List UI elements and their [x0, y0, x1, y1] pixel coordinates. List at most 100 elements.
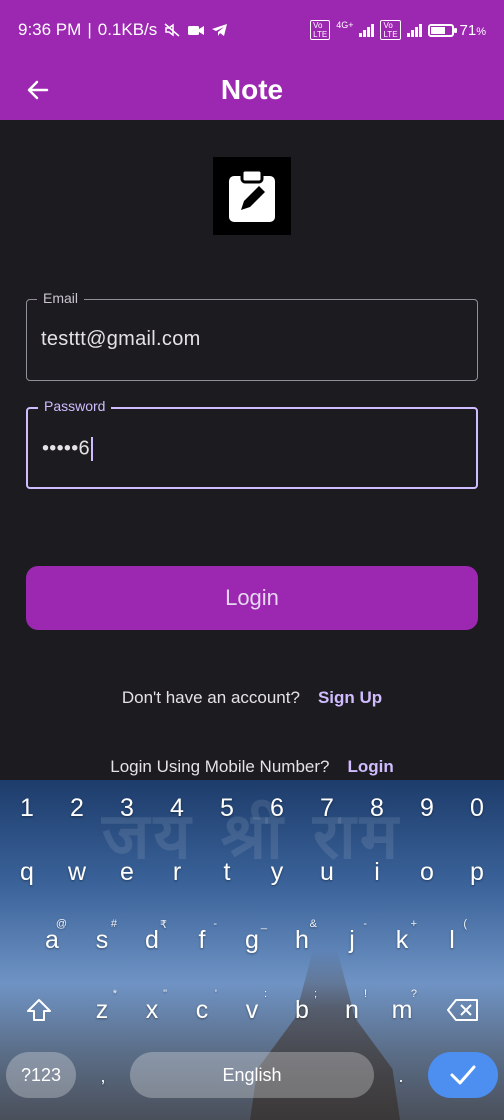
period-key[interactable]: . — [376, 1048, 426, 1104]
key-hint: ( — [463, 918, 467, 930]
done-key[interactable] — [428, 1052, 498, 1098]
key-o[interactable]: o — [402, 844, 452, 900]
key-label: f — [198, 925, 206, 954]
keyboard-number-row: 1 2 3 4 5 6 7 8 9 0 — [0, 780, 504, 836]
mobile-login-row: Login Using Mobile Number? Login — [0, 757, 504, 777]
checkmark-icon — [450, 1065, 476, 1085]
backspace-key[interactable] — [438, 982, 488, 1038]
key-y[interactable]: y — [252, 844, 302, 900]
space-key[interactable]: English — [130, 1052, 374, 1098]
key-label: 6 — [270, 793, 284, 822]
key-label: q — [20, 857, 34, 886]
telegram-icon — [212, 24, 228, 36]
arrow-back-icon — [27, 80, 49, 100]
key-hint: * — [112, 988, 117, 1000]
comma-key[interactable]: , — [78, 1048, 128, 1104]
key-x[interactable]: x " — [127, 982, 177, 1038]
key-p[interactable]: p — [452, 844, 502, 900]
video-camera-icon — [188, 26, 205, 35]
key-t[interactable]: t — [202, 844, 252, 900]
key-label: 1 — [20, 793, 34, 822]
key-label: 9 — [420, 793, 434, 822]
login-button[interactable]: Login — [26, 566, 478, 630]
symbols-key[interactable]: ?123 — [6, 1052, 76, 1098]
key-label: 7 — [320, 793, 334, 822]
shift-key[interactable] — [14, 982, 64, 1038]
key-label: 8 — [370, 793, 384, 822]
key-e[interactable]: e — [102, 844, 152, 900]
key-label: n — [345, 995, 359, 1024]
key-q[interactable]: q — [2, 844, 52, 900]
key-label: p — [470, 857, 484, 886]
key-u[interactable]: u — [302, 844, 352, 900]
key-8[interactable]: 8 — [352, 780, 402, 836]
app-logo — [213, 157, 291, 235]
clipboard-edit-icon — [229, 168, 275, 222]
key-n[interactable]: n! — [327, 982, 377, 1038]
battery-percent: 71% — [459, 21, 486, 39]
email-label: Email — [37, 290, 85, 306]
key-label: c — [195, 995, 209, 1024]
email-field[interactable]: Email testtt@gmail.com — [26, 290, 478, 381]
key-k[interactable]: k + — [377, 912, 427, 968]
key-label: 0 — [470, 793, 484, 822]
key-label: t — [223, 857, 231, 886]
keyboard-bottom-row: ?123 , English . — [0, 1052, 504, 1108]
key-v[interactable]: v: — [227, 982, 277, 1038]
key-f[interactable]: f- — [177, 912, 227, 968]
back-button[interactable] — [20, 72, 56, 108]
key-5[interactable]: 5 — [202, 780, 252, 836]
key-9[interactable]: 9 — [402, 780, 452, 836]
key-r[interactable]: r — [152, 844, 202, 900]
key-s[interactable]: s # — [77, 912, 127, 968]
password-field[interactable]: Password •••••6 — [26, 398, 478, 489]
key-hint: ' — [214, 988, 217, 1000]
key-j[interactable]: j- — [327, 912, 377, 968]
status-bar: 9:36 PM | 0.1KB/s Vo LTE 4G+ Vo LTE 71% — [0, 0, 504, 60]
key-w[interactable]: w — [52, 844, 102, 900]
key-2[interactable]: 2 — [52, 780, 102, 836]
key-a[interactable]: a @ — [27, 912, 77, 968]
key-label: v — [245, 995, 259, 1024]
key-label: 4 — [170, 793, 184, 822]
key-d[interactable]: d ₹ — [127, 912, 177, 968]
key-label: l — [449, 925, 455, 954]
key-b[interactable]: b; — [277, 982, 327, 1038]
mobile-login-link[interactable]: Login — [347, 757, 393, 777]
key-hint: - — [363, 918, 367, 930]
key-label: s — [95, 925, 109, 954]
key-4[interactable]: 4 — [152, 780, 202, 836]
key-g[interactable]: g _ — [227, 912, 277, 968]
key-1[interactable]: 1 — [2, 780, 52, 836]
key-z[interactable]: z * — [77, 982, 127, 1038]
signup-link[interactable]: Sign Up — [318, 688, 382, 708]
shift-icon — [27, 999, 51, 1021]
key-label: y — [270, 857, 284, 886]
key-label: m — [391, 995, 413, 1024]
key-label: x — [145, 995, 159, 1024]
key-label: h — [295, 925, 309, 954]
key-3[interactable]: 3 — [102, 780, 152, 836]
key-c[interactable]: c ' — [177, 982, 227, 1038]
mobile-login-prompt: Login Using Mobile Number? — [110, 757, 330, 776]
signup-row: Don't have an account? Sign Up — [0, 688, 504, 708]
key-h[interactable]: h & — [277, 912, 327, 968]
key-label: 3 — [120, 793, 134, 822]
status-time: 9:36 PM — [18, 20, 82, 39]
key-0[interactable]: 0 — [452, 780, 502, 836]
key-label: e — [120, 857, 134, 886]
key-hint: : — [263, 988, 267, 1000]
network-type: 4G+ — [336, 20, 354, 30]
key-label: g — [245, 925, 259, 954]
password-value: •••••6 — [42, 437, 90, 460]
key-label: o — [420, 857, 434, 886]
key-hint: + — [410, 918, 417, 930]
volte-badge-1: Vo LTE — [310, 20, 331, 40]
text-caret — [90, 437, 93, 461]
signal-icon-1 — [359, 23, 375, 37]
key-l[interactable]: l( — [427, 912, 477, 968]
key-6[interactable]: 6 — [252, 780, 302, 836]
key-i[interactable]: i — [352, 844, 402, 900]
key-7[interactable]: 7 — [302, 780, 352, 836]
key-m[interactable]: m? — [377, 982, 427, 1038]
